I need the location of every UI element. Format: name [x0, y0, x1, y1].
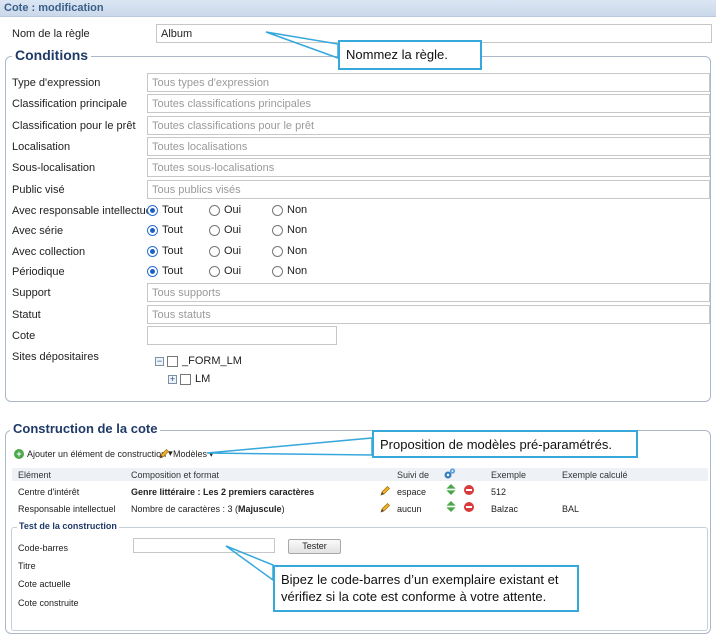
- callout-lines: [206, 31, 373, 582]
- callout-models: Proposition de modèles pré-paramétrés.: [372, 430, 638, 458]
- callout-name-rule: Nommez la règle.: [338, 40, 482, 70]
- callout-barcode: Bipez le code-barres d’un exemplaire exi…: [273, 565, 579, 612]
- callout-line-barcode: [225, 545, 274, 582]
- callout-line-models: [206, 437, 373, 456]
- callout-barcode-line2: vérifiez si la cote est conforme à votre…: [281, 589, 547, 604]
- callout-line-name: [265, 31, 339, 60]
- callout-barcode-line1: Bipez le code-barres d’un exemplaire exi…: [281, 572, 559, 587]
